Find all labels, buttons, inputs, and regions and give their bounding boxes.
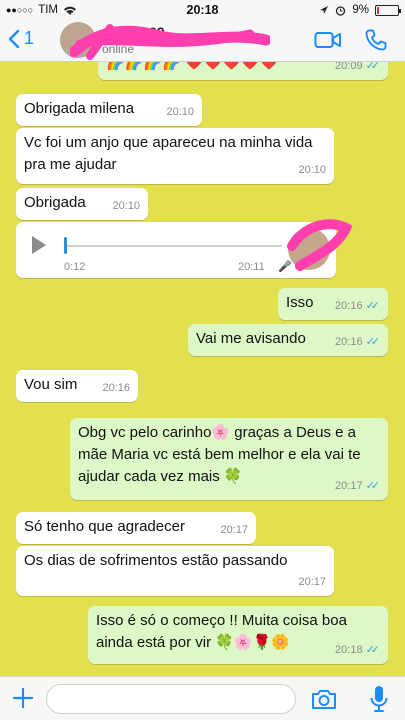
contact-name[interactable]: +55 12 99 (102, 24, 165, 40)
contact-avatar[interactable] (60, 22, 96, 58)
redaction-scribble (287, 219, 353, 271)
compose-bar (0, 676, 405, 720)
phone-icon[interactable] (364, 28, 388, 52)
contact-status: online (102, 42, 135, 56)
status-bar: ●●○○○ TIM 20:18 9% (0, 0, 405, 20)
location-icon (320, 6, 329, 14)
message-time: 20:16 (102, 382, 130, 394)
audio-duration: 0:12 (64, 261, 86, 273)
message-time: 20:17 (335, 480, 363, 492)
message-outgoing[interactable]: Vai me avisando 20:16 ✓✓ (188, 324, 388, 356)
message-list[interactable]: 🌈🌈🌈🌈 ❤️❤️❤️❤️❤️ 20:09 ✓✓ Obrigada milena … (0, 62, 405, 676)
message-text: Vc foi um anjo que apareceu na minha vid… (24, 134, 313, 173)
message-outgoing[interactable]: 🌈🌈🌈🌈 ❤️❤️❤️❤️❤️ 20:09 ✓✓ (98, 62, 388, 80)
status-time: 20:18 (186, 3, 219, 17)
message-time: 20:18 (335, 644, 363, 656)
wifi-icon (64, 6, 76, 15)
message-text: Só tenho que agradecer (24, 518, 185, 535)
message-outgoing[interactable]: Obg vc pelo carinho🌸 graças a Deus e a m… (70, 418, 388, 500)
back-unread-count: 1 (24, 28, 35, 48)
read-ticks-icon: ✓✓ (365, 336, 381, 348)
message-outgoing[interactable]: Isso é só o começo !! Muita coisa boa ai… (88, 606, 388, 664)
read-ticks-icon: ✓✓ (365, 644, 381, 656)
message-time: 20:17 (220, 524, 248, 536)
plus-icon[interactable] (10, 683, 36, 713)
message-text: 🌈🌈🌈🌈 ❤️❤️❤️❤️❤️ (106, 62, 279, 71)
message-text: Isso (286, 294, 314, 311)
read-ticks-icon: ✓✓ (365, 480, 381, 492)
voice-message[interactable]: 0:12 20:11 🎤 (16, 219, 353, 278)
message-time: 20:16 (335, 336, 363, 348)
read-ticks-icon: ✓✓ (365, 62, 381, 72)
message-time: 20:09 (335, 62, 363, 72)
message-incoming[interactable]: Vou sim 20:16 (16, 370, 138, 402)
chevron-left-icon (8, 29, 20, 48)
message-text: Vai me avisando (196, 330, 306, 347)
video-camera-icon[interactable] (314, 30, 342, 50)
message-text: Vou sim (24, 376, 78, 393)
alarm-icon (336, 5, 346, 16)
message-incoming[interactable]: Obrigada milena 20:10 (16, 94, 202, 126)
message-time: 20:10 (298, 164, 326, 176)
camera-icon[interactable] (310, 687, 338, 711)
message-time: 20:10 (166, 106, 194, 118)
back-button[interactable]: 1 (8, 28, 34, 49)
read-ticks-icon: ✓✓ (365, 300, 381, 312)
message-outgoing[interactable]: Isso 20:16 ✓✓ (278, 288, 388, 320)
chat-header: 1 +55 12 99 online (0, 20, 405, 62)
carrier-name: TIM (38, 4, 58, 16)
message-time: 20:10 (112, 200, 140, 212)
message-text: Os dias de sofrimentos estão passando (24, 552, 288, 569)
redaction-scribble (70, 24, 270, 60)
message-time: 20:11 (238, 261, 265, 273)
message-time: 20:16 (335, 300, 363, 312)
message-time: 20:17 (298, 576, 326, 588)
battery-percent: 9% (352, 4, 369, 16)
audio-progress-track[interactable] (64, 245, 282, 247)
message-incoming[interactable]: Obrigada 20:10 (16, 188, 148, 220)
microphone-icon: 🎤 (278, 261, 292, 273)
message-incoming[interactable]: Os dias de sofrimentos estão passando 20… (16, 546, 334, 596)
microphone-icon[interactable] (368, 684, 390, 714)
message-text: Obg vc pelo carinho🌸 graças a Deus e a m… (78, 424, 361, 485)
message-incoming[interactable]: Só tenho que agradecer 20:17 (16, 512, 256, 544)
message-input[interactable] (46, 684, 296, 714)
audio-progress-thumb[interactable] (64, 237, 67, 254)
play-icon[interactable] (32, 236, 46, 254)
message-text: Obrigada (24, 194, 86, 211)
message-text: Obrigada milena (24, 100, 135, 117)
signal-dots-icon: ●●○○○ (6, 5, 34, 15)
battery-icon (375, 4, 401, 16)
message-incoming[interactable]: Vc foi um anjo que apareceu na minha vid… (16, 128, 334, 184)
message-text: Isso é só o começo !! Muita coisa boa ai… (96, 612, 347, 651)
